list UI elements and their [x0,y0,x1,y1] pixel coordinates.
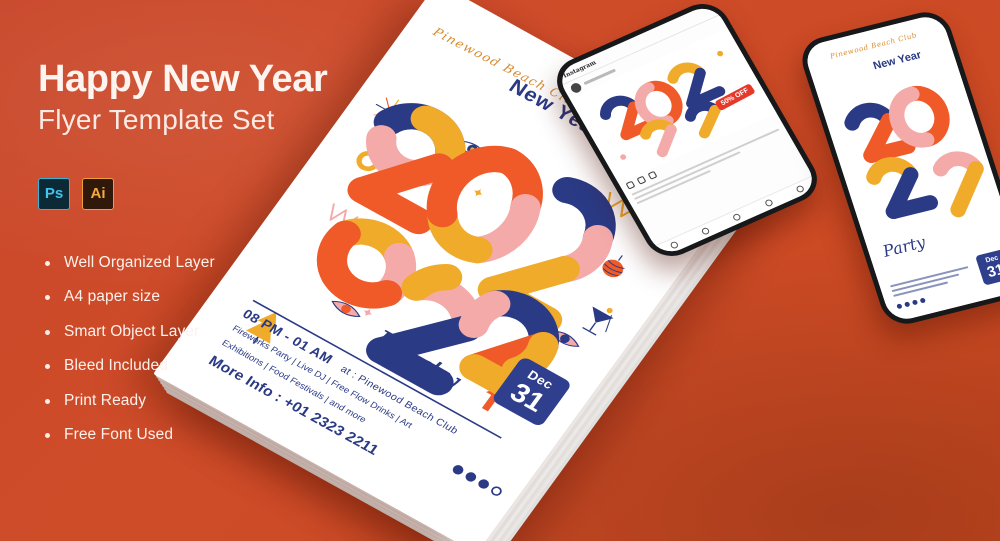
list-item: Bleed Included [38,357,378,375]
software-badges: Ps Ai [38,177,378,210]
whatsapp-icon [919,297,926,304]
share-icon[interactable] [647,170,658,180]
twitter-icon [904,301,911,308]
page-subtitle: Flyer Template Set [38,103,275,135]
info-line [890,266,969,288]
list-item: Print Ready [38,392,378,410]
home-icon[interactable] [669,240,680,250]
mini-social-icons [896,297,926,310]
mini-date-day: 31 [984,260,1000,281]
page-title: Happy New Year [38,58,328,100]
feature-list: Well Organized Layer A4 paper size Smart… [38,254,378,445]
photoshop-badge: Ps [38,177,70,210]
illustrator-badge: Ai [82,177,114,210]
list-item: A4 paper size [38,288,378,306]
profile-icon[interactable] [795,184,806,194]
heart-icon[interactable] [625,180,636,190]
mini-info-lines [890,266,972,300]
promo-panel: Happy New Year Flyer Template Set Ps Ai … [38,58,378,461]
shop-icon[interactable] [763,198,774,208]
avatar [568,81,583,94]
list-item: Smart Object Layer [38,323,378,341]
list-item: Well Organized Layer [38,254,378,272]
list-item: Free Font Used [38,426,378,444]
reels-icon[interactable] [732,212,743,222]
mini-year-numerals [844,86,984,220]
search-icon[interactable] [700,226,711,236]
instagram-icon [911,299,919,306]
scene-background: Happy New Year Flyer Template Set Ps Ai … [0,0,1000,541]
comment-icon[interactable] [636,175,647,185]
mini-date-badge: Dec 31 [975,248,1000,286]
facebook-icon [896,303,903,310]
